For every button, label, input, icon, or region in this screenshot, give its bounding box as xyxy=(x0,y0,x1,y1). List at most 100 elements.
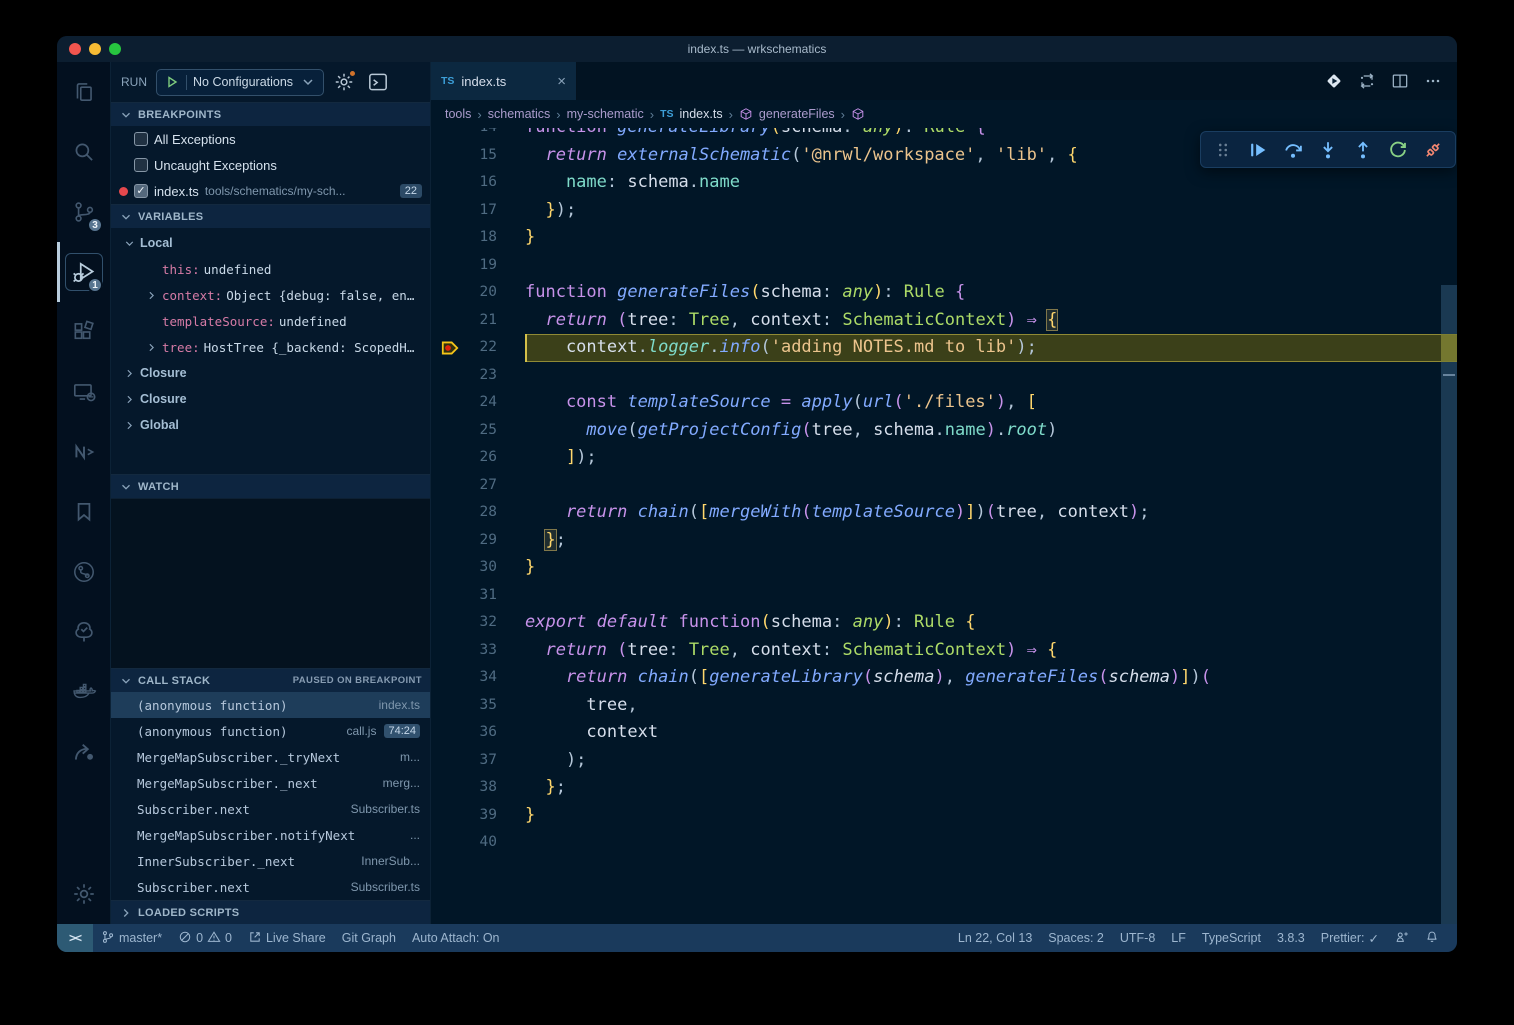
activity-extensions[interactable] xyxy=(57,302,110,362)
typescript-version[interactable]: 3.8.3 xyxy=(1269,924,1313,952)
restart-button[interactable] xyxy=(1384,136,1412,164)
breadcrumb-item[interactable]: tools xyxy=(445,107,471,121)
more-actions-icon[interactable] xyxy=(1421,69,1445,93)
breakpoint-checkbox[interactable] xyxy=(134,158,148,172)
line-gutter[interactable]: 21 xyxy=(431,307,525,335)
line-gutter[interactable]: 38 xyxy=(431,774,525,802)
auto-attach-status[interactable]: Auto Attach: On xyxy=(404,924,508,952)
step-out-button[interactable] xyxy=(1349,136,1377,164)
line-gutter[interactable]: 16 xyxy=(431,169,525,197)
variable-row[interactable]: Local xyxy=(111,230,430,256)
language-mode[interactable]: TypeScript xyxy=(1194,924,1269,952)
prettier-status[interactable]: Prettier: ✓ xyxy=(1313,924,1387,952)
variable-row[interactable]: context: Object {debug: false, en… xyxy=(111,282,430,308)
continue-button[interactable] xyxy=(1244,136,1272,164)
activity-gitlens[interactable] xyxy=(57,542,110,602)
code-line[interactable]: 32export default function(schema: any): … xyxy=(431,609,1457,637)
code-line[interactable]: 38 }; xyxy=(431,774,1457,802)
run-diamond-icon[interactable] xyxy=(1322,69,1346,93)
call-stack-frame[interactable]: MergeMapSubscriber.notifyNext... xyxy=(111,822,430,848)
variable-row[interactable]: Closure xyxy=(111,360,430,386)
configure-gear-button[interactable] xyxy=(333,71,355,93)
compare-changes-icon[interactable] xyxy=(1355,69,1379,93)
activity-docker[interactable] xyxy=(57,662,110,722)
remote-indicator[interactable]: >< xyxy=(57,924,93,952)
code-line[interactable]: 20function generateFiles(schema: any): R… xyxy=(431,279,1457,307)
code-line[interactable]: 35 tree, xyxy=(431,692,1457,720)
code-line[interactable]: 37 ); xyxy=(431,747,1457,775)
line-gutter[interactable]: 34 xyxy=(431,664,525,692)
activity-testing[interactable] xyxy=(57,602,110,662)
breakpoint-row[interactable]: Uncaught Exceptions xyxy=(111,152,430,178)
breakpoint-row[interactable]: All Exceptions xyxy=(111,126,430,152)
branch-status[interactable]: master* xyxy=(93,924,170,952)
chevron-right-icon[interactable] xyxy=(145,289,158,302)
loaded-scripts-section-header[interactable]: LOADED SCRIPTS xyxy=(111,900,430,924)
split-editor-icon[interactable] xyxy=(1388,69,1412,93)
breadcrumb-item[interactable]: generateFiles xyxy=(759,107,835,121)
activity-live-share[interactable] xyxy=(57,722,110,782)
chevron-right-icon[interactable] xyxy=(123,367,136,380)
activity-manage[interactable] xyxy=(57,864,110,924)
line-gutter[interactable]: 14 xyxy=(431,128,525,142)
chevron-right-icon[interactable] xyxy=(145,341,158,354)
scrollbar-thumb[interactable] xyxy=(1441,285,1457,924)
zoom-window-button[interactable] xyxy=(109,43,121,55)
code-line[interactable]: 31 xyxy=(431,582,1457,610)
watch-list-empty[interactable] xyxy=(111,498,430,668)
breakpoints-section-header[interactable]: BREAKPOINTS xyxy=(111,102,430,126)
feedback[interactable] xyxy=(1387,924,1417,952)
notifications[interactable] xyxy=(1417,924,1447,952)
line-gutter[interactable]: 15 xyxy=(431,142,525,170)
activity-remote-explorer[interactable] xyxy=(57,362,110,422)
code-line[interactable]: 27 xyxy=(431,472,1457,500)
watch-section-header[interactable]: WATCH xyxy=(111,474,430,498)
code-line[interactable]: 29 }; xyxy=(431,527,1457,555)
line-gutter[interactable]: 17 xyxy=(431,197,525,225)
close-window-button[interactable] xyxy=(69,43,81,55)
line-gutter[interactable]: 19 xyxy=(431,252,525,280)
variable-row[interactable]: templateSource: undefined xyxy=(111,308,430,334)
tab-index-ts[interactable]: TS index.ts × xyxy=(431,62,577,100)
chevron-down-icon[interactable] xyxy=(123,237,136,250)
breadcrumb-item[interactable]: my-schematic xyxy=(567,107,644,121)
code-line[interactable]: 26 ]); xyxy=(431,444,1457,472)
code-line[interactable]: 34 return chain([generateLibrary(schema)… xyxy=(431,664,1457,692)
code-line[interactable]: 30} xyxy=(431,554,1457,582)
activity-source-control[interactable]: 3 xyxy=(57,182,110,242)
debug-console-button[interactable] xyxy=(366,70,390,94)
line-gutter[interactable]: 37 xyxy=(431,747,525,775)
activity-nx-console[interactable] xyxy=(57,422,110,482)
line-gutter[interactable]: 23 xyxy=(431,362,525,390)
minimize-window-button[interactable] xyxy=(89,43,101,55)
line-gutter[interactable]: 28 xyxy=(431,499,525,527)
live-share-status[interactable]: Live Share xyxy=(240,924,334,952)
line-gutter[interactable]: 40 xyxy=(431,829,525,857)
code-line[interactable]: 22 context.logger.info('adding NOTES.md … xyxy=(431,334,1457,362)
code-editor[interactable]: 14function generateLibrary(schema: any):… xyxy=(431,128,1457,924)
line-gutter[interactable]: 24 xyxy=(431,389,525,417)
call-stack-frame[interactable]: (anonymous function)call.js74:24 xyxy=(111,718,430,744)
line-gutter[interactable]: 31 xyxy=(431,582,525,610)
line-gutter[interactable]: 25 xyxy=(431,417,525,445)
code-line[interactable]: 36 context xyxy=(431,719,1457,747)
step-over-button[interactable] xyxy=(1279,136,1307,164)
code-line[interactable]: 24 const templateSource = apply(url('./f… xyxy=(431,389,1457,417)
variable-row[interactable]: tree: HostTree {_backend: ScopedH… xyxy=(111,334,430,360)
code-line[interactable]: 19 xyxy=(431,252,1457,280)
call-stack-frame[interactable]: (anonymous function)index.ts xyxy=(111,692,430,718)
line-gutter[interactable]: 32 xyxy=(431,609,525,637)
code-line[interactable]: 28 return chain([mergeWith(templateSourc… xyxy=(431,499,1457,527)
chevron-right-icon[interactable] xyxy=(123,419,136,432)
code-line[interactable]: 18} xyxy=(431,224,1457,252)
code-line[interactable]: 33 return (tree: Tree, context: Schemati… xyxy=(431,637,1457,665)
line-gutter[interactable]: 22 xyxy=(431,334,525,362)
eol[interactable]: LF xyxy=(1163,924,1194,952)
line-gutter[interactable]: 39 xyxy=(431,802,525,830)
line-gutter[interactable]: 27 xyxy=(431,472,525,500)
drag-handle-button[interactable] xyxy=(1209,136,1237,164)
call-stack-frame[interactable]: Subscriber.nextSubscriber.ts xyxy=(111,874,430,900)
line-gutter[interactable]: 29 xyxy=(431,527,525,555)
code-line[interactable]: 17 }); xyxy=(431,197,1457,225)
variable-row[interactable]: this: undefined xyxy=(111,256,430,282)
